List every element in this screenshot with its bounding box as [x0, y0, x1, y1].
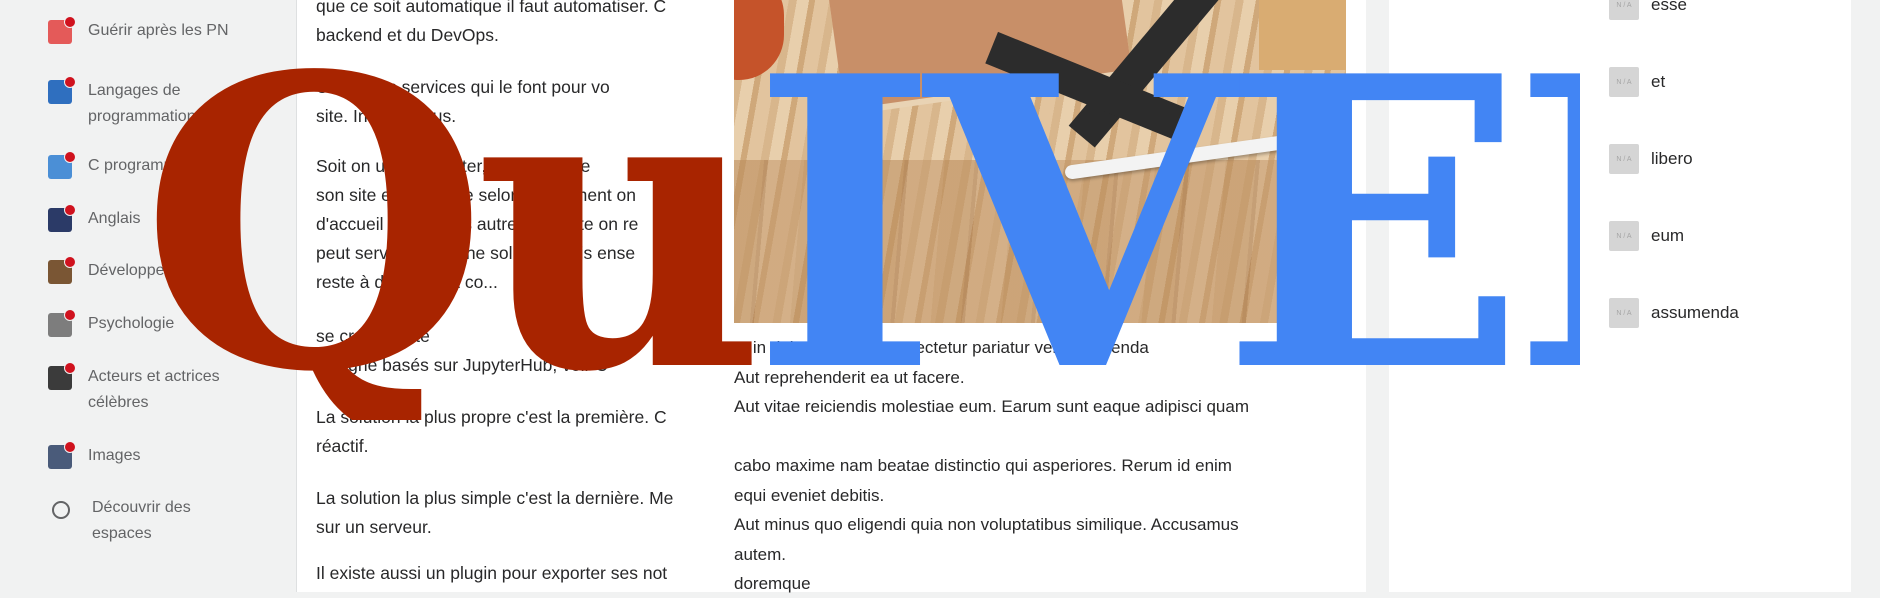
images-icon: [48, 441, 76, 469]
paragraph-line: que ce soit automatique il faut automati…: [316, 0, 667, 16]
discover-compass-icon: [52, 501, 70, 519]
psychology-icon: [48, 309, 76, 337]
sidebar-item-label: Images: [88, 443, 140, 469]
lorem-line: equi eveniet debitis.: [734, 485, 885, 505]
c-programming-icon: [48, 151, 76, 179]
paragraph-line: Il existe aussi un plugin pour exporter …: [316, 563, 668, 583]
topic-label: libero: [1651, 149, 1693, 168]
topic-thumbnail: N / A: [1609, 298, 1639, 328]
logo-iver-text: IVER: [751, 20, 1580, 420]
topic-thumbnail: N / A: [1609, 144, 1639, 174]
logo-qu-text: Qu: [140, 20, 756, 420]
topic-thumbnail: N / A: [1609, 221, 1639, 251]
topic-label: assumenda: [1651, 303, 1739, 322]
paragraph-line: sur un serveur.: [316, 517, 432, 537]
notification-dot: [64, 76, 76, 88]
paragraph-line: La solution la plus simple c'est la dern…: [316, 488, 674, 508]
related-topic[interactable]: N / A libero: [1609, 144, 1693, 174]
notification-dot: [64, 151, 76, 163]
topic-label: et: [1651, 72, 1666, 91]
programming-languages-icon: [48, 76, 76, 104]
paragraph-line: réactif.: [316, 436, 369, 456]
related-topic[interactable]: N / A eum: [1609, 221, 1684, 251]
sidebar-item-label: Anglais: [88, 206, 140, 232]
notification-dot: [64, 362, 76, 374]
sidebar-item[interactable]: Anglais: [48, 204, 140, 232]
related-topic[interactable]: N / A assumenda: [1609, 298, 1739, 328]
lorem-line: doremque: [734, 574, 811, 593]
notification-dot: [64, 16, 76, 28]
celebrities-icon: [48, 362, 76, 390]
sidebar-label-line: espaces: [92, 525, 152, 542]
lorem-line: autem.: [734, 544, 786, 564]
sidebar-item-label: Découvrir des espaces: [92, 495, 191, 547]
answer-paragraph: Il existe aussi un plugin pour exporter …: [316, 559, 667, 588]
topic-thumbnail: N / A: [1609, 0, 1639, 20]
topic-thumbnail: N / A: [1609, 67, 1639, 97]
notification-dot: [64, 309, 76, 321]
sidebar-label-line: Découvrir des: [92, 499, 191, 516]
topic-label: eum: [1651, 226, 1685, 245]
english-icon: [48, 204, 76, 232]
svg-text:QuIVER: QuIVER: [140, 20, 1580, 420]
lorem-line: Aut minus quo eligendi quia non voluptat…: [734, 515, 1239, 534]
related-topic[interactable]: N / A esse: [1609, 0, 1687, 20]
notification-dot: [64, 441, 76, 453]
related-topic[interactable]: N / A et: [1609, 67, 1665, 97]
sidebar-item[interactable]: Images: [48, 441, 140, 469]
sidebar-label-line: Images: [88, 447, 141, 464]
lorem-line: cabo maxime nam beatae distinctio qui as…: [734, 456, 1232, 475]
pn-space-icon: [48, 16, 76, 44]
answer-paragraph: La solution la plus simple c'est la dern…: [316, 484, 673, 542]
sidebar-label-line: Anglais: [88, 210, 141, 227]
notification-dot: [64, 204, 76, 216]
topic-label: esse: [1651, 0, 1687, 14]
sidebar-item[interactable]: Découvrir des espaces: [48, 497, 191, 547]
notification-dot: [64, 256, 76, 268]
quiver-logo: QuIVER: [140, 20, 1580, 420]
development-icon: [48, 256, 76, 284]
